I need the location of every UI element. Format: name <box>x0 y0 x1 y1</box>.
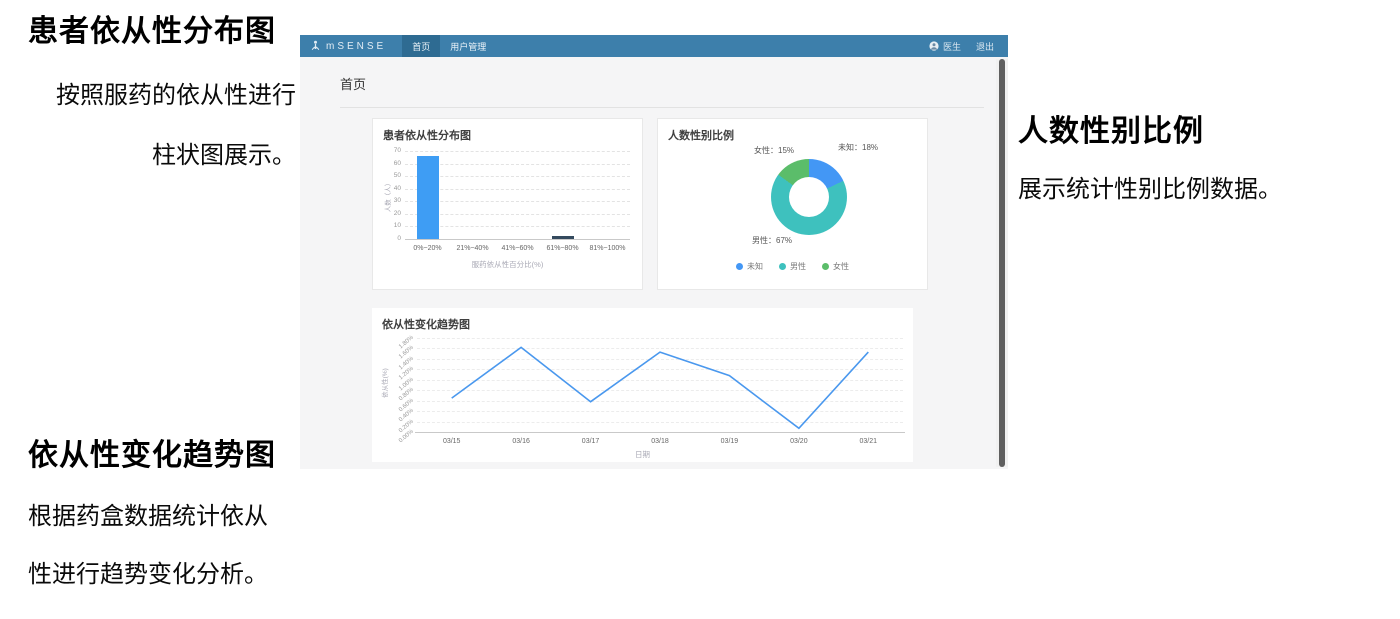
bar-gridline <box>405 189 630 190</box>
bar-gridline <box>405 164 630 165</box>
line-chart-title: 依从性变化趋势图 <box>382 316 470 332</box>
pie-callout-male: 男性：67% <box>752 235 792 246</box>
line-x-tick-label: 03/20 <box>774 438 824 445</box>
bar-x-tick-label: 0%~20% <box>403 245 453 252</box>
dashboard-screenshot: mSENSE 首页 用户管理 医生 退出 首页 <box>300 35 1008 469</box>
scrollbar-thumb[interactable] <box>999 59 1005 467</box>
pie-callout-unknown: 未知：18% <box>838 142 878 153</box>
msense-logo-icon <box>310 40 321 52</box>
page-title: 首页 <box>340 77 366 92</box>
pie-legend-item[interactable]: 男性 <box>779 261 806 272</box>
navbar-right: 医生 退出 <box>929 35 1008 57</box>
legend-color-dot <box>779 263 786 270</box>
annotation-text: 根据药盒数据统计依从 性进行趋势变化分析。 <box>28 488 300 604</box>
bar-gridline <box>405 176 630 177</box>
bar-y-tick-label: 40 <box>375 185 401 192</box>
trend-line[interactable] <box>452 347 869 428</box>
annotation-gender-ratio: 人数性别比例 展示统计性别比例数据。 <box>1018 106 1328 210</box>
brand-logo[interactable]: mSENSE <box>300 35 402 57</box>
bar-x-tick-label: 61%~80% <box>538 245 588 252</box>
line-x-tick-label: 03/19 <box>704 438 754 445</box>
bar-y-tick-label: 20 <box>375 210 401 217</box>
bar-y-tick-label: 30 <box>375 197 401 204</box>
bar-gridline <box>405 151 630 152</box>
annotation-line: 根据药盒数据统计依从 <box>28 488 300 546</box>
legend-label: 未知 <box>747 261 763 272</box>
line-x-axis-label: 日期 <box>372 449 913 460</box>
doctor-label: 医生 <box>943 40 961 53</box>
logout-link[interactable]: 退出 <box>976 40 994 53</box>
bar-y-tick-label: 0 <box>375 235 401 242</box>
annotation-text: 按照服药的依从性进行 柱状图展示。 <box>28 66 296 186</box>
page-content: 首页 患者依从性分布图 人数（人） 服药依从性百分比(%) 0102030405… <box>300 57 996 469</box>
legend-label: 男性 <box>790 261 806 272</box>
annotation-line: 展示统计性别比例数据。 <box>1018 170 1328 210</box>
scrollbar-track[interactable] <box>996 59 1008 467</box>
donut-hole <box>789 177 829 217</box>
bar[interactable] <box>417 156 439 239</box>
page-canvas: 患者依从性分布图 按照服药的依从性进行 柱状图展示。 依从性变化趋势图 根据药盒… <box>0 0 1400 619</box>
line-x-tick-label: 03/16 <box>496 438 546 445</box>
line-x-axis-line <box>415 432 905 433</box>
pie-callout-female: 女性：15% <box>754 145 794 156</box>
bar-y-tick-label: 50 <box>375 172 401 179</box>
line-chart-panel: 依从性变化趋势图 依从性(%) 日期 1.80%1.60%1.40%1.20%1… <box>372 308 913 462</box>
bar-chart-title: 患者依从性分布图 <box>383 127 471 143</box>
annotation-trend-chart: 依从性变化趋势图 根据药盒数据统计依从 性进行趋势变化分析。 <box>28 430 300 604</box>
bar-y-tick-label: 70 <box>375 147 401 154</box>
bar-y-tick-label: 10 <box>375 222 401 229</box>
line-x-tick-label: 03/15 <box>427 438 477 445</box>
line-x-tick-label: 03/17 <box>566 438 616 445</box>
annotation-line: 性进行趋势变化分析。 <box>28 546 300 604</box>
bar-x-axis-label: 服药依从性百分比(%) <box>373 259 642 270</box>
navbar: mSENSE 首页 用户管理 医生 退出 <box>300 35 1008 57</box>
legend-label: 女性 <box>833 261 849 272</box>
annotation-line: 柱状图展示。 <box>28 126 296 186</box>
pie-chart-title: 人数性别比例 <box>668 127 734 143</box>
line-y-axis-label: 依从性(%) <box>379 353 389 413</box>
bar-y-tick-label: 60 <box>375 160 401 167</box>
pie-legend-item[interactable]: 未知 <box>736 261 763 272</box>
pie-legend: 未知 男性 女性 <box>658 261 927 272</box>
annotation-line: 按照服药的依从性进行 <box>28 66 296 126</box>
pie-legend-item[interactable]: 女性 <box>822 261 849 272</box>
annotation-title: 依从性变化趋势图 <box>28 430 300 474</box>
doctor-account-link[interactable]: 医生 <box>929 40 961 53</box>
bar-gridline <box>405 226 630 227</box>
bar-x-axis-line <box>405 239 630 240</box>
tab-user-management[interactable]: 用户管理 <box>440 35 496 57</box>
annotation-title: 患者依从性分布图 <box>28 6 296 50</box>
bar-gridline <box>405 201 630 202</box>
bar-chart-panel: 患者依从性分布图 人数（人） 服药依从性百分比(%) 0102030405060… <box>372 118 643 290</box>
bar-x-tick-label: 81%~100% <box>583 245 633 252</box>
bar-gridline <box>405 214 630 215</box>
pie-chart-panel: 人数性别比例 女性：15% 未知：18% 男性：67% 未知 男性 女性 <box>657 118 928 290</box>
legend-color-dot <box>822 263 829 270</box>
annotation-title: 人数性别比例 <box>1018 106 1328 150</box>
bar-x-tick-label: 21%~40% <box>448 245 498 252</box>
line-x-tick-label: 03/21 <box>843 438 893 445</box>
trend-line-svg <box>417 338 903 432</box>
annotation-text: 展示统计性别比例数据。 <box>1018 170 1328 210</box>
brand-name: mSENSE <box>326 41 386 52</box>
tab-home[interactable]: 首页 <box>402 35 440 57</box>
line-x-tick-label: 03/18 <box>635 438 685 445</box>
user-avatar-icon <box>929 41 939 51</box>
annotation-bar-chart: 患者依从性分布图 按照服药的依从性进行 柱状图展示。 <box>28 6 296 186</box>
bar[interactable] <box>552 236 574 239</box>
legend-color-dot <box>736 263 743 270</box>
donut-chart[interactable] <box>771 159 847 235</box>
page-header: 首页 <box>340 57 984 108</box>
bar-x-tick-label: 41%~60% <box>493 245 543 252</box>
